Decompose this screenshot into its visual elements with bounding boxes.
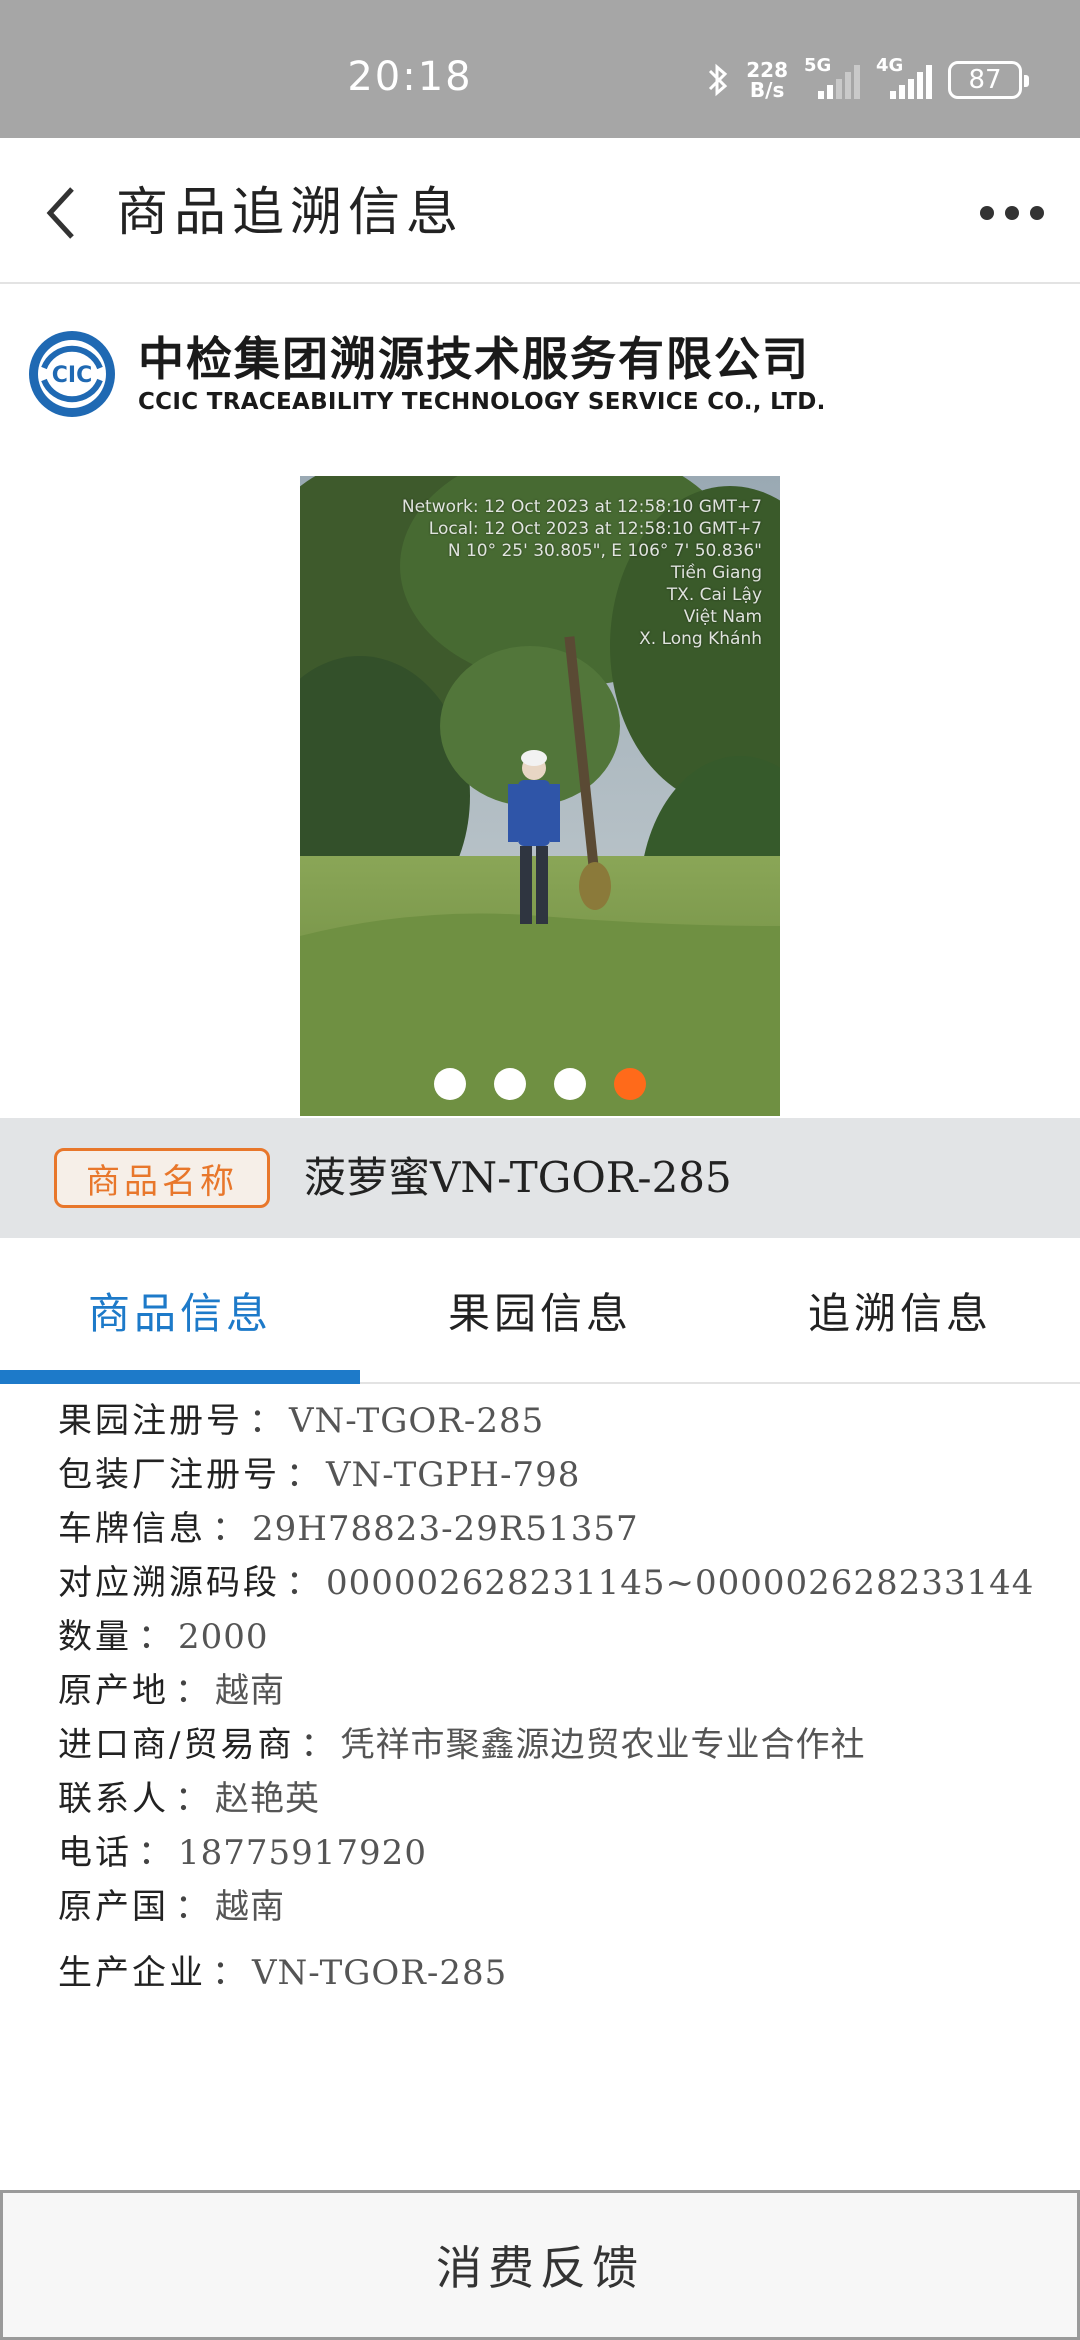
company-name-en: CCIC TRACEABILITY TECHNOLOGY SERVICE CO.… bbox=[138, 389, 826, 415]
stamp-line: N 10° 25' 30.805", E 106° 7' 50.836" bbox=[447, 541, 762, 561]
info-row-contact: 联系人：赵艳英 bbox=[58, 1772, 1048, 1826]
info-sep: ： bbox=[175, 1671, 209, 1711]
back-button[interactable] bbox=[30, 178, 90, 248]
network-speed-value: 228 bbox=[746, 58, 788, 82]
info-value: 29H78823-29R51357 bbox=[252, 1509, 639, 1549]
status-bar: 20:18 228 B/s 5G 4G 87 bbox=[0, 0, 1080, 138]
info-row-packhouse-reg: 包装厂注册号： VN-TGPH-798 bbox=[58, 1448, 1048, 1502]
status-time: 20:18 bbox=[347, 54, 473, 100]
info-value: 000002628231145~000002628233144 bbox=[326, 1563, 1035, 1603]
ccic-logo-icon: CIC bbox=[29, 331, 115, 417]
info-tabs: 商品信息 果园信息 追溯信息 bbox=[0, 1238, 1080, 1384]
info-row-quantity: 数量： 2000 bbox=[58, 1610, 1048, 1664]
bluetooth-icon bbox=[706, 62, 730, 98]
tab-orchard-info[interactable]: 果园信息 bbox=[360, 1238, 720, 1382]
info-label: 联系人 bbox=[58, 1779, 169, 1819]
info-row-origin: 原产地：越南 bbox=[58, 1664, 1048, 1718]
sim2-signal-icon: 4G bbox=[876, 55, 932, 99]
info-label: 生产企业 bbox=[58, 1953, 206, 1993]
stamp-line: Local: 12 Oct 2023 at 12:58:10 GMT+7 bbox=[428, 519, 762, 539]
stamp-line: TX. Cai Lậy bbox=[666, 585, 762, 605]
logo-text: CIC bbox=[52, 363, 92, 388]
battery-icon: 87 bbox=[948, 61, 1029, 99]
info-label: 车牌信息 bbox=[58, 1509, 206, 1549]
status-icons: 228 B/s 5G 4G 87 bbox=[706, 55, 1029, 102]
info-sep: ： bbox=[300, 1725, 335, 1765]
info-label: 原产地 bbox=[58, 1671, 169, 1711]
page-title: 商品追溯信息 bbox=[116, 183, 465, 243]
product-name-band: 商品名称 菠萝蜜VN-TGOR-285 bbox=[0, 1118, 1080, 1238]
info-row-plate: 车牌信息： 29H78823-29R51357 bbox=[58, 1502, 1048, 1556]
info-label: 原产国 bbox=[58, 1887, 169, 1927]
carousel-dot[interactable] bbox=[494, 1068, 526, 1100]
info-row-producer: 生产企业： VN-TGOR-285 bbox=[58, 1946, 1048, 2000]
feedback-button[interactable]: 消费反馈 bbox=[0, 2190, 1080, 2340]
company-name-cn: 中检集团溯源技术服务有限公司 bbox=[138, 332, 810, 386]
sim2-label: 4G bbox=[876, 55, 904, 76]
battery-level: 87 bbox=[968, 65, 1002, 95]
stamp-line: Tiền Giang bbox=[670, 563, 762, 583]
info-value: 2000 bbox=[178, 1617, 269, 1657]
product-info-list: 果园注册号： VN-TGOR-285 包装厂注册号： VN-TGPH-798 车牌信… bbox=[58, 1394, 1048, 2000]
product-photo-carousel[interactable]: Network: 12 Oct 2023 at 12:58:10 GMT+7 L… bbox=[300, 476, 780, 1116]
stamp-line: Việt Nam bbox=[683, 607, 762, 627]
product-name: 菠萝蜜VN-TGOR-285 bbox=[304, 1153, 732, 1202]
info-value: 凭祥市聚鑫源边贸农业专业合作社 bbox=[340, 1725, 866, 1765]
info-value: 赵艳英 bbox=[215, 1779, 320, 1819]
chevron-left-icon bbox=[46, 187, 74, 239]
app-header: 商品追溯信息 bbox=[0, 138, 1080, 284]
info-row-country: 原产国：越南 bbox=[58, 1880, 1048, 1934]
info-row-trace-code: 对应溯源码段： 000002628231145~000002628233144 bbox=[58, 1556, 1048, 1610]
carousel-dot[interactable] bbox=[434, 1068, 466, 1100]
info-label: 数量 bbox=[58, 1617, 132, 1657]
sim1-signal-icon: 5G bbox=[804, 55, 860, 99]
info-row-importer: 进口商/贸易商：凭祥市聚鑫源边贸农业专业合作社 bbox=[58, 1718, 1048, 1772]
info-value: 越南 bbox=[215, 1887, 285, 1927]
info-label: 进口商/贸易商 bbox=[58, 1725, 295, 1765]
info-sep: ： bbox=[138, 1833, 172, 1873]
sim1-label: 5G bbox=[804, 55, 832, 76]
info-label: 电话 bbox=[58, 1833, 132, 1873]
tab-trace-info[interactable]: 追溯信息 bbox=[720, 1238, 1080, 1382]
photo-geo-stamp: Network: 12 Oct 2023 at 12:58:10 GMT+7 L… bbox=[402, 496, 762, 650]
info-sep: ： bbox=[175, 1887, 209, 1927]
carousel-dots bbox=[300, 1068, 780, 1100]
info-label: 包装厂注册号 bbox=[58, 1455, 280, 1495]
product-name-badge: 商品名称 bbox=[54, 1148, 270, 1208]
info-sep: ： bbox=[212, 1509, 246, 1549]
info-sep: ： bbox=[286, 1455, 320, 1495]
info-sep: ： bbox=[175, 1779, 209, 1819]
info-sep: ： bbox=[286, 1563, 320, 1603]
stamp-line: Network: 12 Oct 2023 at 12:58:10 GMT+7 bbox=[401, 497, 762, 517]
info-value: VN-TGPH-798 bbox=[326, 1455, 581, 1495]
info-sep: ： bbox=[249, 1401, 283, 1441]
info-label: 果园注册号 bbox=[58, 1401, 243, 1441]
info-value: VN-TGOR-285 bbox=[289, 1401, 545, 1441]
info-row-orchard-reg: 果园注册号： VN-TGOR-285 bbox=[58, 1394, 1048, 1448]
info-value: VN-TGOR-285 bbox=[252, 1953, 508, 1993]
info-sep: ： bbox=[212, 1953, 246, 1993]
tab-product-info[interactable]: 商品信息 bbox=[0, 1238, 360, 1384]
info-row-phone: 电话： 18775917920 bbox=[58, 1826, 1048, 1880]
carousel-dot-active[interactable] bbox=[614, 1068, 646, 1100]
carousel-dot[interactable] bbox=[554, 1068, 586, 1100]
network-speed: 228 B/s bbox=[746, 60, 788, 100]
phone-link[interactable]: 18775917920 bbox=[178, 1826, 427, 1880]
more-dots-icon[interactable] bbox=[980, 188, 1044, 238]
info-label: 对应溯源码段 bbox=[58, 1563, 280, 1603]
info-value: 越南 bbox=[215, 1671, 285, 1711]
info-sep: ： bbox=[138, 1617, 172, 1657]
network-speed-unit: B/s bbox=[749, 78, 785, 102]
company-logo: CIC 中检集团溯源技术服务有限公司 CCIC TRACEABILITY TEC… bbox=[26, 328, 826, 420]
stamp-line: X. Long Khánh bbox=[639, 629, 762, 649]
